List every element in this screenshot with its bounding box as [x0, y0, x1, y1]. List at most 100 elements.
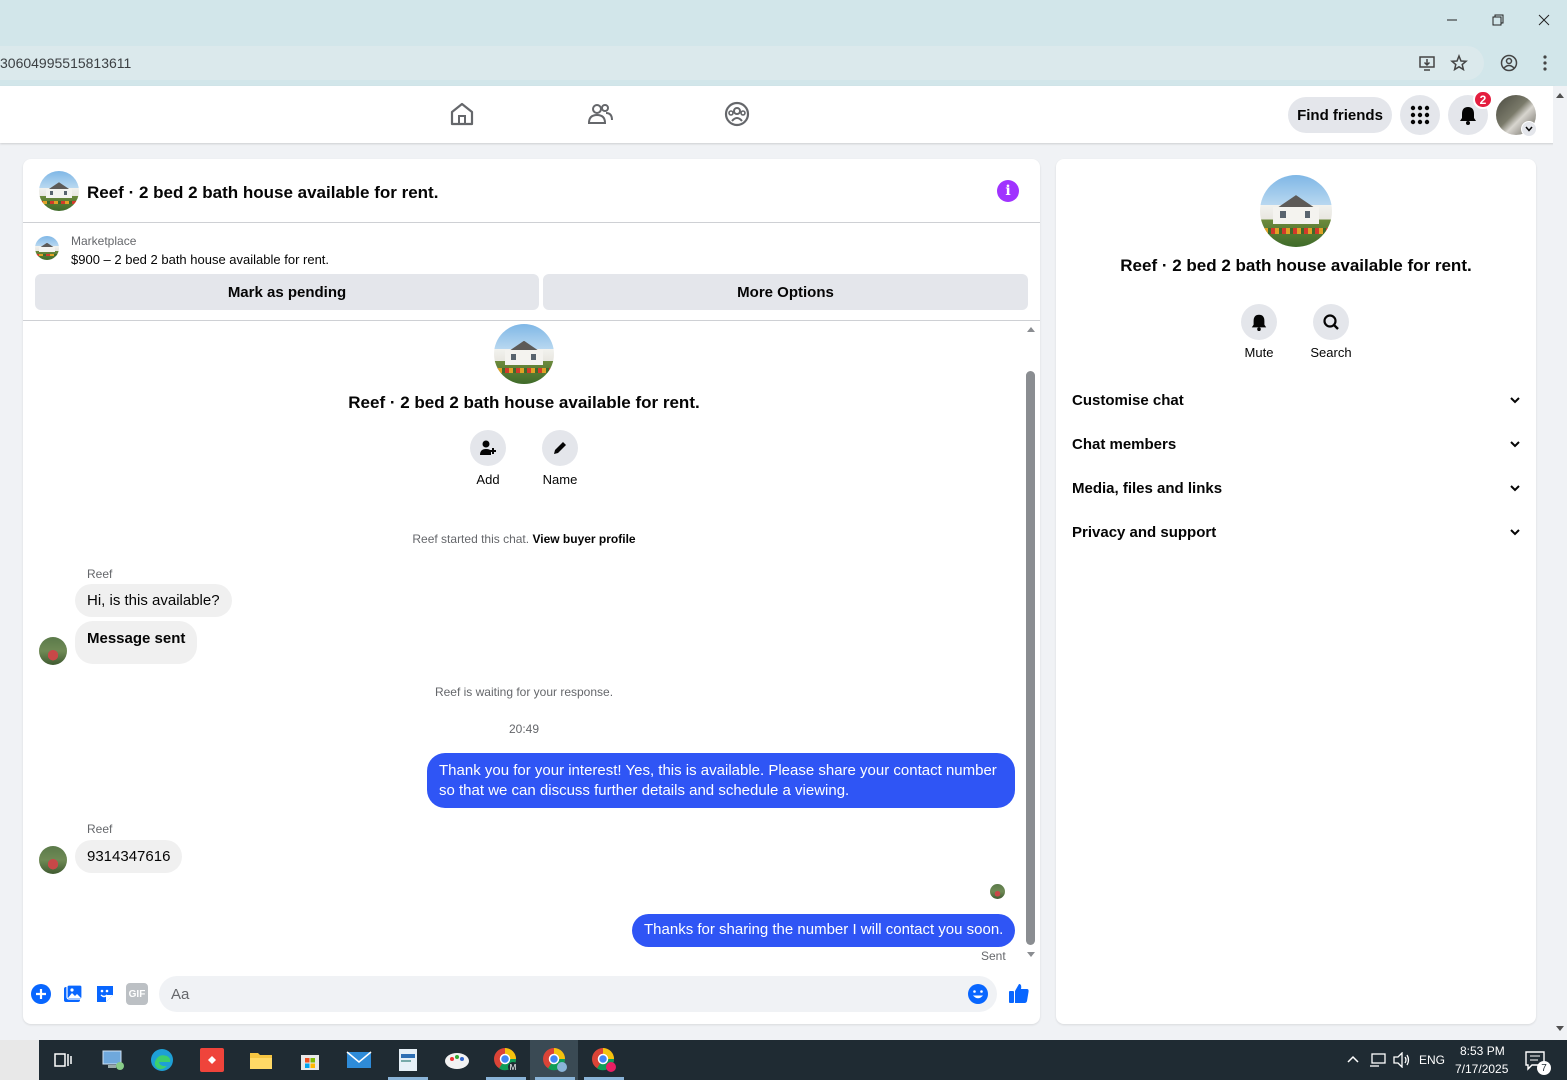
mute-label: Mute	[1244, 345, 1274, 360]
chat-members-section[interactable]: Chat members	[1072, 422, 1520, 466]
search-icon	[1323, 314, 1339, 330]
view-buyer-profile-link[interactable]: View buyer profile	[532, 532, 635, 546]
account-icon[interactable]	[1500, 54, 1518, 72]
edit-name-button[interactable]	[542, 430, 578, 466]
network-icon[interactable]	[1369, 1052, 1387, 1068]
conversation-name: Reef · 2 bed 2 bath house available for …	[348, 393, 700, 412]
incoming-message[interactable]: Hi, is this available?	[75, 584, 232, 617]
photo-icon[interactable]	[62, 983, 84, 1005]
home-icon[interactable]	[448, 100, 476, 128]
incoming-message[interactable]: 9314347616	[75, 840, 183, 873]
emoji-icon[interactable]	[967, 983, 989, 1005]
chat-title[interactable]: Reef · 2 bed 2 bath house available for …	[87, 183, 438, 203]
conversation-scroll-thumb[interactable]	[1026, 371, 1035, 945]
clock-time[interactable]: 8:53 PM	[1460, 1044, 1505, 1058]
friends-icon[interactable]	[586, 100, 614, 128]
clock-date[interactable]: 7/17/2025	[1455, 1062, 1508, 1076]
chrome-active-icon[interactable]	[540, 1046, 570, 1074]
mark-as-pending-button[interactable]: Mark as pending	[35, 274, 539, 310]
sender-avatar[interactable]	[39, 846, 67, 874]
plus-circle-icon[interactable]	[30, 983, 52, 1005]
chevron-down-icon	[1510, 396, 1520, 403]
scroll-down-icon[interactable]	[1025, 951, 1037, 959]
restore-icon	[1492, 14, 1504, 26]
search-label: Search	[1310, 345, 1352, 360]
start-button[interactable]	[0, 1040, 39, 1080]
chevron-down-icon	[1510, 484, 1520, 491]
listing-title[interactable]: $900 – 2 bed 2 bath house available for …	[71, 252, 329, 267]
anydesk-icon[interactable]	[197, 1046, 227, 1074]
message-input[interactable]	[159, 976, 997, 1012]
chat-started-note: Reef started this chat. View buyer profi…	[23, 532, 1025, 546]
gif-icon[interactable]: GIF	[126, 983, 148, 1005]
volume-icon[interactable]	[1393, 1052, 1411, 1068]
listing-thumbnail[interactable]	[35, 236, 59, 260]
add-label: Add	[476, 472, 500, 487]
thumbs-up-icon[interactable]	[1007, 981, 1031, 1005]
paint-icon[interactable]	[442, 1046, 472, 1074]
info-avatar[interactable]	[1260, 175, 1332, 247]
notification-count-badge: 7	[1537, 1061, 1551, 1075]
address-bar[interactable]: 30604995515813611	[0, 46, 1484, 80]
waiting-note: Reef is waiting for your response.	[434, 685, 614, 699]
add-person-icon	[480, 440, 496, 455]
url-text: 30604995515813611	[0, 55, 132, 71]
bell-icon	[1251, 314, 1267, 331]
media-files-links-section[interactable]: Media, files and links	[1072, 466, 1520, 510]
section-label: Privacy and support	[1072, 523, 1217, 541]
customise-chat-section[interactable]: Customise chat	[1072, 378, 1520, 422]
scroll-up-icon[interactable]	[1553, 90, 1567, 100]
scroll-down-icon[interactable]	[1553, 1024, 1567, 1034]
chrome-profile-icon[interactable]	[589, 1046, 619, 1074]
show-hidden-icons-icon[interactable]	[1347, 1055, 1359, 1063]
find-friends-button[interactable]: Find friends	[1288, 97, 1392, 133]
restore-button[interactable]	[1475, 0, 1521, 40]
mail-icon[interactable]	[344, 1046, 374, 1074]
add-people-button[interactable]	[470, 430, 506, 466]
outgoing-message[interactable]: Thanks for sharing the number I will con…	[632, 914, 1016, 947]
section-label: Chat members	[1072, 435, 1177, 453]
browser-menu-icon[interactable]	[1536, 54, 1554, 72]
svg-text:M: M	[510, 1063, 517, 1072]
microsoft-store-icon[interactable]	[295, 1046, 325, 1074]
chat-panel: Reef · 2 bed 2 bath house available for …	[23, 159, 1040, 1024]
bookmark-star-icon[interactable]	[1450, 54, 1468, 72]
conversation-avatar	[494, 324, 554, 384]
groups-icon[interactable]	[723, 100, 751, 128]
menu-button[interactable]	[1400, 95, 1440, 135]
scroll-up-icon[interactable]	[1025, 325, 1037, 333]
apps-grid-icon	[1410, 105, 1430, 125]
pencil-icon	[554, 442, 566, 454]
page-scrollbar[interactable]	[1553, 86, 1567, 1040]
this-pc-icon[interactable]	[98, 1046, 128, 1074]
privacy-support-section[interactable]: Privacy and support	[1072, 510, 1520, 554]
sender-name: Reef	[87, 567, 113, 581]
outgoing-message[interactable]: Thank you for your interest! Yes, this i…	[427, 753, 1015, 808]
chat-avatar[interactable]	[39, 171, 79, 211]
info-chat-name: Reef · 2 bed 2 bath house available for …	[1120, 256, 1472, 275]
account-menu-caret[interactable]	[1521, 121, 1537, 137]
marketplace-label: Marketplace	[71, 234, 137, 248]
browser-toolbar: 30604995515813611	[0, 40, 1567, 86]
install-app-icon[interactable]	[1418, 54, 1436, 72]
more-options-button[interactable]: More Options	[543, 274, 1028, 310]
edge-browser-icon[interactable]	[147, 1046, 177, 1074]
marketplace-bar: Marketplace $900 – 2 bed 2 bath house av…	[23, 224, 1040, 321]
chrome-profile-m-icon[interactable]: M	[491, 1046, 521, 1074]
sticker-icon[interactable]	[94, 983, 116, 1005]
mute-button[interactable]	[1241, 304, 1277, 340]
message-timestamp: 20:49	[508, 722, 540, 736]
task-view-icon[interactable]	[48, 1046, 78, 1074]
incoming-message[interactable]: Message sent	[75, 621, 198, 664]
photos-app-icon[interactable]	[393, 1046, 423, 1074]
sender-avatar[interactable]	[39, 637, 67, 665]
chevron-down-icon	[1525, 126, 1533, 132]
close-button[interactable]	[1521, 0, 1567, 40]
minimize-button[interactable]	[1429, 0, 1475, 40]
info-icon[interactable]: i	[997, 180, 1019, 202]
search-button[interactable]	[1313, 304, 1349, 340]
file-explorer-icon[interactable]	[246, 1046, 276, 1074]
language-indicator[interactable]: ENG	[1419, 1053, 1445, 1067]
browser-titlebar	[0, 0, 1567, 40]
chat-info-panel: Reef · 2 bed 2 bath house available for …	[1056, 159, 1536, 1024]
